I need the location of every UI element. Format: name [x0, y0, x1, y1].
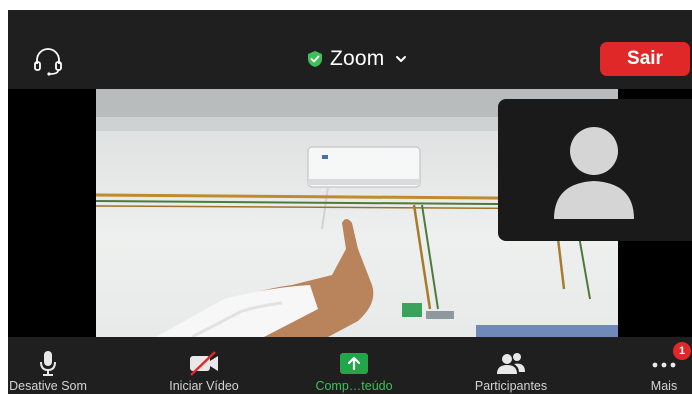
chevron-down-icon: [396, 56, 407, 62]
participants-button[interactable]: Participantes: [471, 337, 551, 394]
share-content-button[interactable]: Comp…teúdo: [314, 337, 394, 394]
more-label: Mais: [650, 379, 678, 393]
notification-badge: 1: [673, 342, 691, 360]
meeting-toolbar: Desative Som Iniciar Vídeo Comp…teúdo Pa…: [8, 337, 692, 394]
shield-check-icon: [308, 51, 322, 67]
meeting-title-text: Zoom: [330, 47, 385, 70]
mute-button-label: Desative Som: [9, 379, 87, 393]
headset-icon[interactable]: [32, 44, 64, 76]
start-video-button[interactable]: Iniciar Vídeo: [164, 337, 244, 394]
leave-button[interactable]: Sair: [600, 42, 690, 76]
top-bar: Zoom Sair: [8, 10, 692, 89]
video-off-icon: [190, 351, 218, 376]
mute-button[interactable]: Desative Som: [8, 337, 88, 394]
share-content-label: Comp…teúdo: [315, 379, 393, 393]
share-screen-icon: [340, 353, 368, 374]
user-avatar-icon: [554, 127, 634, 219]
microphone-icon: [40, 351, 56, 376]
self-view-thumbnail[interactable]: [498, 99, 692, 241]
participants-icon: [497, 353, 525, 374]
zoom-meeting-window: Zoom Sair Desative Som Iniciar Vídeo Com…: [8, 10, 692, 394]
meeting-title[interactable]: Zoom: [306, 46, 408, 72]
participants-label: Participantes: [474, 379, 548, 393]
start-video-label: Iniciar Vídeo: [169, 379, 239, 393]
